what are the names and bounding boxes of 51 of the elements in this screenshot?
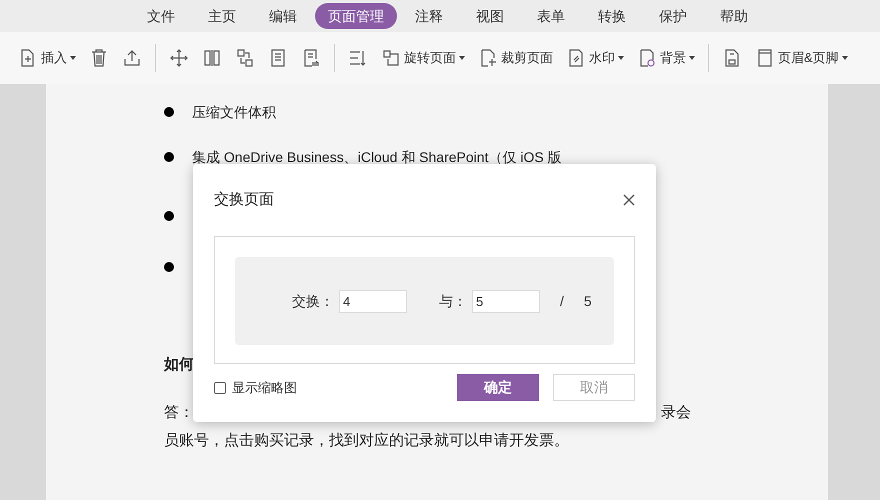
toolbar-button[interactable]: 背景 [637,48,695,68]
menu-tab[interactable]: 帮助 [705,3,763,29]
menu-tab[interactable]: 主页 [193,3,251,29]
toolbar-button[interactable] [202,48,222,68]
bullet-icon [164,211,174,221]
checkbox[interactable] [214,382,226,394]
toolbar-button[interactable]: 水印 [566,48,624,68]
toolbar-button[interactable]: 插入 [18,48,76,68]
bullet-text: 压缩文件体积 [192,105,276,119]
close-icon[interactable] [623,194,635,206]
menu-tab[interactable]: 编辑 [254,3,312,29]
toolbar-button[interactable]: 旋转页面 [381,48,465,68]
menu-tab[interactable]: 文件 [132,3,190,29]
toolbar-button[interactable]: 裁剪页面 [478,48,553,68]
show-thumbnails-checkbox[interactable]: 显示缩略图 [214,378,297,398]
bullet-icon [164,152,174,162]
bullet-icon [164,107,174,117]
move-icon [169,48,189,68]
menu-tab[interactable]: 视图 [461,3,519,29]
bullet-text: 集成 OneDrive Business、iCloud 和 SharePoint（仅 iOS 版 [192,150,562,164]
menu-tab[interactable]: 表单 [522,3,580,29]
answer-text: 员账号，点击购买记录，找到对应的记录就可以申请开发票。 [164,433,569,449]
toolbar-button[interactable] [169,48,189,68]
swap-icon [235,48,255,68]
rotate-icon [381,48,401,68]
menu-tab[interactable]: 页面管理 [315,3,397,29]
menu-tab[interactable]: 保护 [644,3,702,29]
swap-page-field[interactable]: 4 [339,290,407,312]
with-label: 与： [439,292,467,310]
bullet-icon [164,262,174,272]
toolbar-button[interactable]: 页眉&页脚 [755,48,848,68]
checkbox-label: 显示缩略图 [232,378,297,397]
answer-text: 答： [164,405,194,421]
menu-tab[interactable]: 注释 [400,3,458,29]
toolbar-button[interactable] [89,48,109,68]
question-text: 如何 [164,357,194,373]
dialog-title: 交换页面 [214,190,274,210]
total-pages: 5 [584,292,592,310]
separator-text: / [560,292,564,310]
with-page-field[interactable]: 5 [472,290,540,312]
answer-text: 录会 [661,405,691,421]
toolbar-button[interactable] [122,48,142,68]
sort-icon [348,48,368,68]
ok-button[interactable]: 确定 [457,374,539,401]
toolbar-button[interactable] [235,48,255,68]
menu-tab[interactable]: 转换 [583,3,641,29]
split-icon [202,48,222,68]
export-icon [122,48,142,68]
toolbar-button[interactable] [348,48,368,68]
delete-icon [89,48,109,68]
swap-label: 交换： [292,292,334,310]
